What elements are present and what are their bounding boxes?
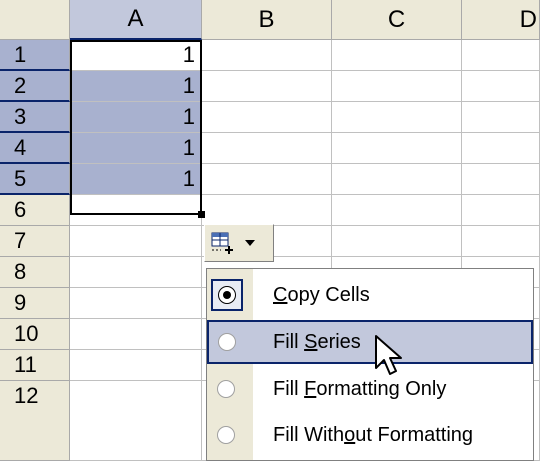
- cell-a9[interactable]: [70, 288, 202, 319]
- row-header-2[interactable]: 2: [0, 71, 70, 102]
- cell-a11[interactable]: [70, 350, 202, 381]
- fill-handle[interactable]: [198, 211, 205, 218]
- cell-d7[interactable]: [462, 226, 540, 257]
- row-header-3[interactable]: 3: [0, 102, 70, 133]
- cell-a1[interactable]: 1: [70, 40, 202, 71]
- cell-d6[interactable]: [462, 195, 540, 226]
- spreadsheet: A B C D 1 2 3 4 5 6 7 8 9 10 11 12 1 1 1…: [0, 0, 540, 461]
- radio-copy-cells[interactable]: [218, 286, 236, 304]
- chevron-down-icon: [245, 240, 255, 246]
- cell-c2[interactable]: [332, 71, 462, 102]
- menu-item-fill-formatting-only[interactable]: Fill Formatting Only: [207, 367, 533, 411]
- mouse-pointer-icon: [375, 335, 402, 375]
- row-header-4[interactable]: 4: [0, 133, 70, 164]
- column-header-b[interactable]: B: [202, 0, 332, 40]
- column-header-d[interactable]: D: [462, 0, 540, 40]
- cell-a10[interactable]: [70, 319, 202, 350]
- menu-label-fill-series: Fill Series: [273, 330, 361, 353]
- row-header-7[interactable]: 7: [0, 226, 70, 257]
- row-header-11[interactable]: 11: [0, 350, 70, 381]
- menu-label-fill-without-formatting: Fill Without Formatting: [273, 423, 474, 446]
- cell-d3[interactable]: [462, 102, 540, 133]
- menu-item-fill-without-formatting[interactable]: Fill Without Formatting: [207, 413, 533, 457]
- cell-c7[interactable]: [332, 226, 462, 257]
- menu-label-copy-cells: Copy Cells: [273, 283, 370, 306]
- cell-d5[interactable]: [462, 164, 540, 195]
- cell-b2[interactable]: [202, 71, 332, 102]
- row-header-5[interactable]: 5: [0, 164, 70, 195]
- cell-b4[interactable]: [202, 133, 332, 164]
- cell-d1[interactable]: [462, 40, 540, 71]
- column-header-c[interactable]: C: [332, 0, 462, 40]
- cell-b1[interactable]: [202, 40, 332, 71]
- menu-item-fill-series[interactable]: Fill Series: [207, 320, 533, 364]
- cell-d2[interactable]: [462, 71, 540, 102]
- row-header-12[interactable]: 12: [0, 381, 70, 461]
- cell-a8[interactable]: [70, 257, 202, 288]
- cell-b3[interactable]: [202, 102, 332, 133]
- cell-a2[interactable]: 1: [70, 71, 202, 102]
- cell-a6[interactable]: [70, 195, 202, 226]
- cell-c6[interactable]: [332, 195, 462, 226]
- menu-item-copy-cells[interactable]: Copy Cells: [207, 273, 533, 317]
- column-header-a[interactable]: A: [70, 0, 202, 40]
- auto-fill-options-menu: Copy Cells Fill Series Fill Formatting O…: [206, 268, 534, 461]
- auto-fill-options-button[interactable]: [204, 224, 274, 262]
- cell-c5[interactable]: [332, 164, 462, 195]
- cell-a5[interactable]: 1: [70, 164, 202, 195]
- row-header-8[interactable]: 8: [0, 257, 70, 288]
- cell-b5[interactable]: [202, 164, 332, 195]
- row-header-10[interactable]: 10: [0, 319, 70, 350]
- row-header-9[interactable]: 9: [0, 288, 70, 319]
- cell-a12[interactable]: [70, 381, 202, 461]
- select-all-corner[interactable]: [0, 0, 70, 40]
- auto-fill-icon: [211, 232, 235, 254]
- radio-fill-series[interactable]: [218, 333, 236, 351]
- cell-c3[interactable]: [332, 102, 462, 133]
- cell-d4[interactable]: [462, 133, 540, 164]
- cell-a4[interactable]: 1: [70, 133, 202, 164]
- cell-a3[interactable]: 1: [70, 102, 202, 133]
- radio-fill-formatting-only[interactable]: [217, 380, 235, 398]
- menu-label-fill-formatting-only: Fill Formatting Only: [273, 377, 447, 400]
- cell-c4[interactable]: [332, 133, 462, 164]
- cell-b6[interactable]: [202, 195, 332, 226]
- cell-a7[interactable]: [70, 226, 202, 257]
- cell-c1[interactable]: [332, 40, 462, 71]
- row-header-1[interactable]: 1: [0, 40, 70, 71]
- radio-fill-without-formatting[interactable]: [217, 426, 235, 444]
- row-header-6[interactable]: 6: [0, 195, 70, 226]
